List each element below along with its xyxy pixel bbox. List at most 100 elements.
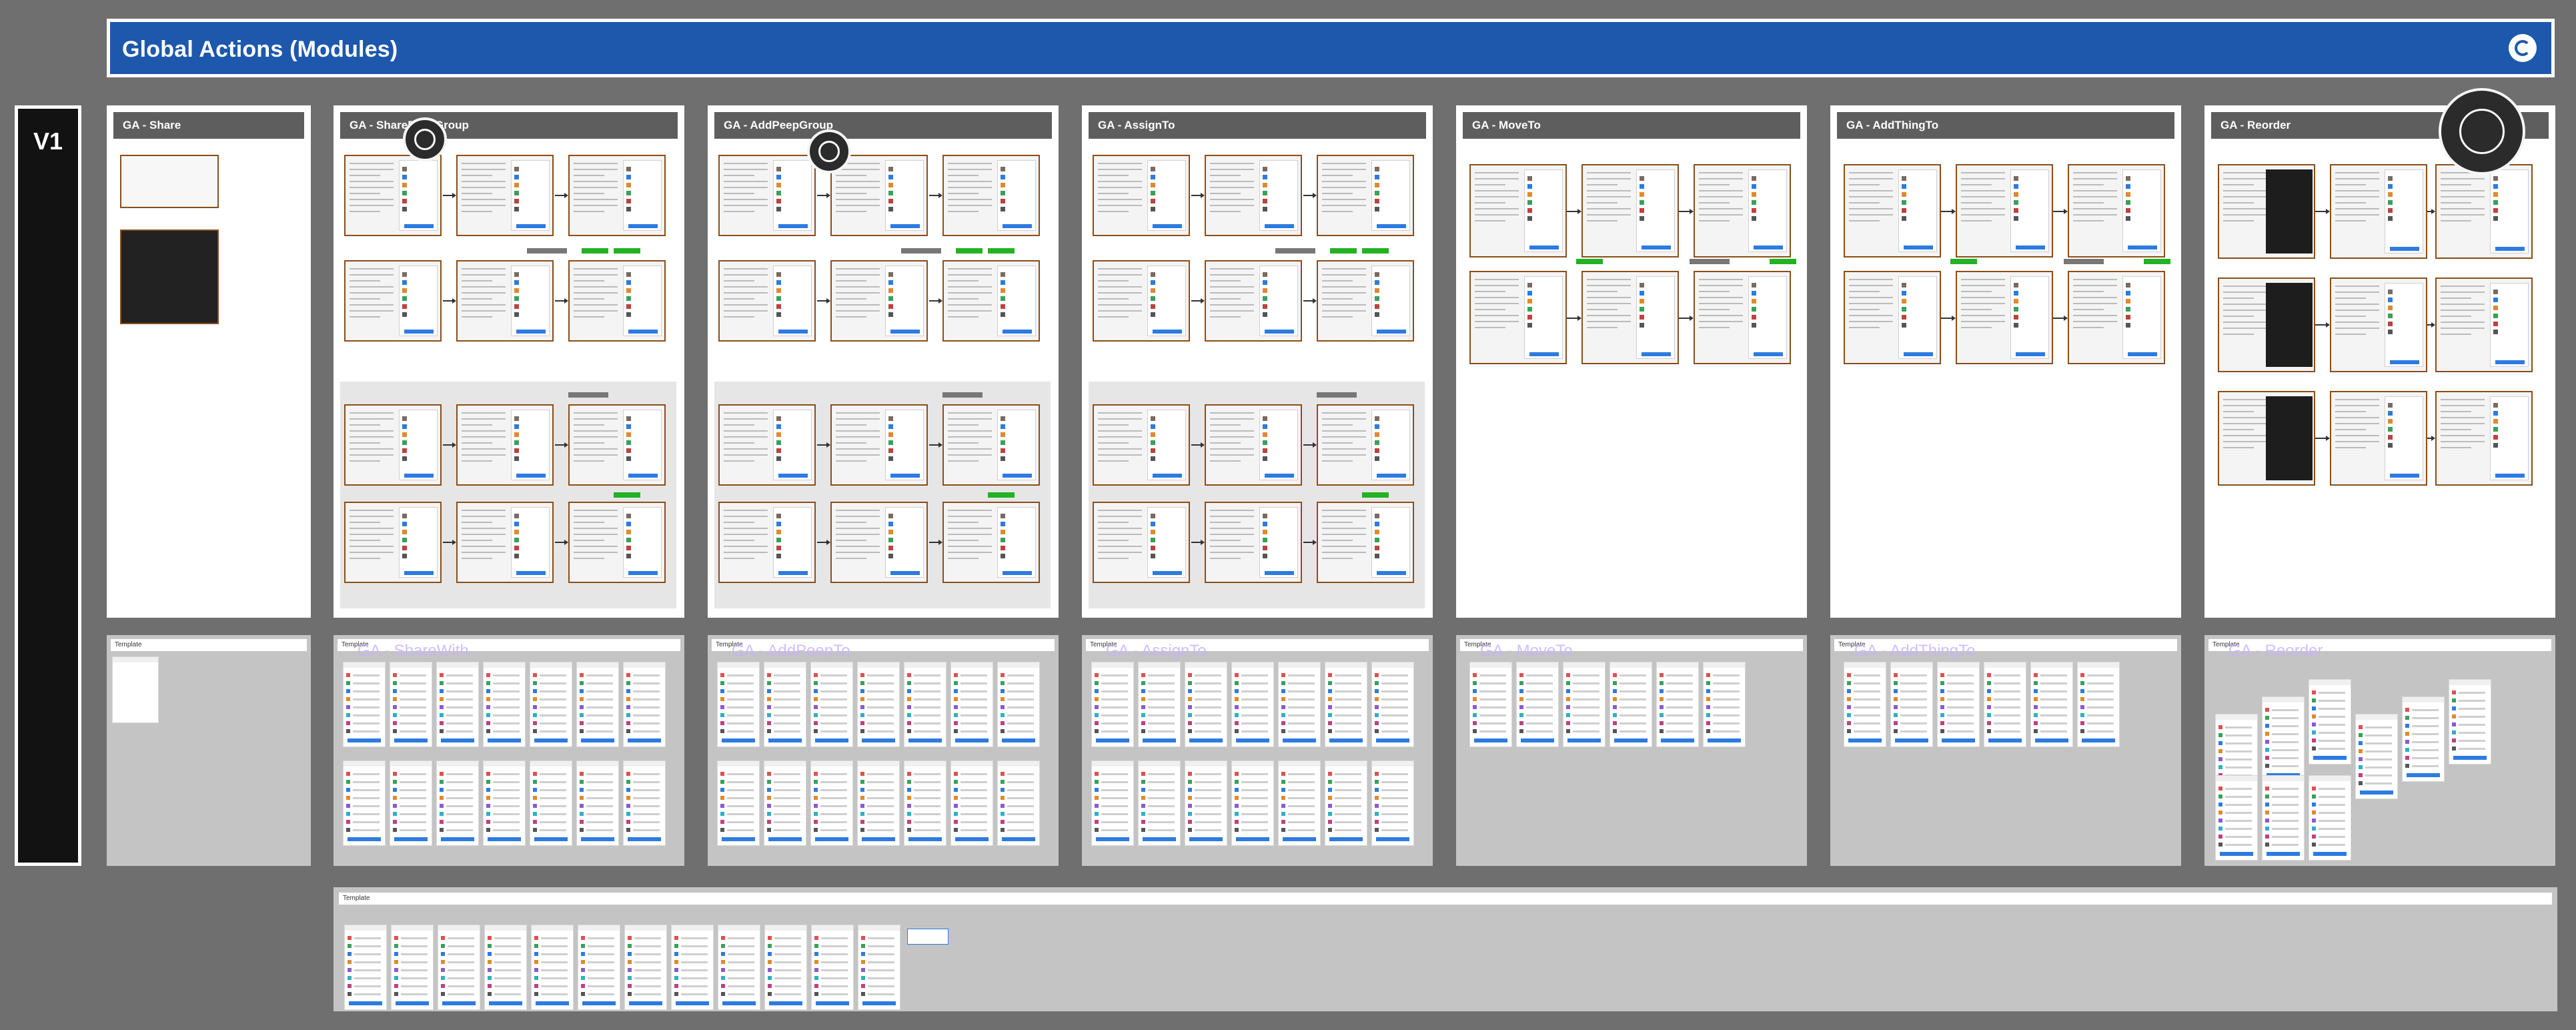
- flow-screen-thumbnail[interactable]: [568, 155, 666, 236]
- template-screen-thumbnail[interactable]: [576, 662, 619, 747]
- flow-screen-thumbnail[interactable]: [2330, 278, 2427, 372]
- template-screen-thumbnail[interactable]: [530, 662, 572, 747]
- template-screen-thumbnail[interactable]: [1656, 662, 1699, 747]
- template-screen-thumbnail[interactable]: [531, 925, 574, 1010]
- flow-screen-thumbnail[interactable]: [718, 404, 816, 486]
- template-screen-thumbnail[interactable]: [1371, 760, 1414, 846]
- flow-screen-thumbnail[interactable]: [1317, 155, 1414, 236]
- template-screen-thumbnail[interactable]: [857, 662, 900, 747]
- template-screen-thumbnail[interactable]: [810, 662, 853, 747]
- template-screen-thumbnail[interactable]: [950, 760, 993, 846]
- template-screen-thumbnail[interactable]: [2077, 662, 2120, 747]
- flow-screen-thumbnail[interactable]: [1844, 271, 1941, 364]
- template-screen-thumbnail[interactable]: [1231, 662, 1274, 747]
- flow-screen-thumbnail[interactable]: [568, 404, 666, 486]
- template-screen-thumbnail[interactable]: [718, 925, 760, 1010]
- template-screen-thumbnail[interactable]: [436, 662, 479, 747]
- template-screen-thumbnail[interactable]: [1231, 760, 1274, 846]
- template-screen-thumbnail[interactable]: [576, 760, 619, 846]
- flow-screen-thumbnail[interactable]: [344, 155, 442, 236]
- template-screen-thumbnail[interactable]: [2030, 662, 2073, 747]
- flow-screen-thumbnail[interactable]: [830, 404, 928, 486]
- flow-screen-thumbnail[interactable]: [1205, 404, 1302, 486]
- template-screen-thumbnail[interactable]: [2355, 714, 2398, 799]
- column-header[interactable]: GA - SharePeepGroup: [340, 112, 678, 139]
- template-screen-thumbnail[interactable]: [997, 760, 1040, 846]
- template-screen-thumbnail[interactable]: [1844, 662, 1886, 747]
- column-header[interactable]: GA - MoveTo: [1463, 112, 1800, 139]
- flow-screen-thumbnail[interactable]: [456, 260, 554, 342]
- flow-screen-thumbnail[interactable]: [2330, 391, 2427, 486]
- template-screen-thumbnail[interactable]: [390, 662, 432, 747]
- flow-screen-thumbnail[interactable]: [1844, 164, 1941, 258]
- template-screen-thumbnail[interactable]: [2215, 775, 2258, 861]
- flow-screen-thumbnail[interactable]: [942, 404, 1040, 486]
- flow-screen-thumbnail[interactable]: [1469, 164, 1567, 258]
- template-screen-thumbnail[interactable]: [764, 925, 807, 1010]
- template-screen-thumbnail[interactable]: [1371, 662, 1414, 747]
- mini-select-widget[interactable]: [907, 929, 948, 945]
- flow-screen-thumbnail[interactable]: [1205, 155, 1302, 236]
- template-screen-thumbnail[interactable]: [1563, 662, 1605, 747]
- flow-screen-thumbnail[interactable]: [1581, 271, 1679, 364]
- flow-screen-thumbnail[interactable]: [1956, 271, 2053, 364]
- template-screen-thumbnail[interactable]: [1469, 662, 1512, 747]
- template-screen-thumbnail[interactable]: [1091, 662, 1134, 747]
- flow-screen-thumbnail[interactable]: [2068, 271, 2165, 364]
- share-sheet-card[interactable]: [120, 229, 219, 324]
- template-screen-thumbnail[interactable]: [764, 662, 806, 747]
- flow-screen-thumbnail[interactable]: [718, 502, 816, 583]
- template-screen-thumbnail[interactable]: [904, 760, 946, 846]
- template-screen-thumbnail[interactable]: [578, 925, 620, 1010]
- collaborator-avatar-icon[interactable]: [807, 129, 851, 173]
- template-screen-thumbnail[interactable]: [1278, 662, 1321, 747]
- template-screen-thumbnail[interactable]: [391, 925, 434, 1010]
- template-screen-thumbnail[interactable]: [810, 760, 853, 846]
- template-screen-thumbnail[interactable]: [1703, 662, 1746, 747]
- flow-screen-thumbnail[interactable]: [1581, 164, 1679, 258]
- flow-screen-thumbnail[interactable]: [1093, 502, 1190, 583]
- template-screen-thumbnail[interactable]: [483, 760, 526, 846]
- flow-screen-thumbnail[interactable]: [2068, 164, 2165, 258]
- flow-screen-thumbnail[interactable]: [718, 260, 816, 342]
- flow-screen-thumbnail[interactable]: [1469, 271, 1567, 364]
- template-screen-thumbnail[interactable]: [438, 925, 480, 1010]
- template-screen-thumbnail[interactable]: [671, 925, 714, 1010]
- column-header[interactable]: GA - AddThingTo: [1837, 112, 2174, 139]
- flow-screen-thumbnail[interactable]: [1956, 164, 2053, 258]
- flow-screen-thumbnail[interactable]: [942, 260, 1040, 342]
- template-screen-thumbnail[interactable]: [344, 925, 387, 1010]
- template-screen-thumbnail[interactable]: [2402, 696, 2445, 782]
- column-header[interactable]: GA - AssignTo: [1089, 112, 1426, 139]
- template-screen-thumbnail[interactable]: [857, 760, 900, 846]
- flow-screen-thumbnail[interactable]: [568, 502, 666, 583]
- flow-screen-thumbnail[interactable]: [1205, 502, 1302, 583]
- flow-screen-thumbnail[interactable]: [830, 502, 928, 583]
- flow-screen-thumbnail[interactable]: [942, 502, 1040, 583]
- flow-screen-thumbnail[interactable]: [942, 155, 1040, 236]
- template-screen-thumbnail[interactable]: [811, 925, 854, 1010]
- template-screen-thumbnail[interactable]: [1278, 760, 1321, 846]
- template-screen-thumbnail[interactable]: [1890, 662, 1933, 747]
- template-screen-thumbnail[interactable]: [623, 760, 666, 846]
- template-screen-thumbnail[interactable]: [2262, 696, 2305, 782]
- flow-screen-thumbnail[interactable]: [456, 502, 554, 583]
- flow-screen-thumbnail[interactable]: [1317, 502, 1414, 583]
- template-screen-thumbnail[interactable]: [483, 662, 526, 747]
- flow-screen-thumbnail[interactable]: [344, 502, 442, 583]
- template-share-card[interactable]: [112, 656, 159, 723]
- flow-screen-thumbnail[interactable]: [344, 260, 442, 342]
- flow-screen-thumbnail[interactable]: [718, 155, 816, 236]
- template-screen-thumbnail[interactable]: [1138, 662, 1181, 747]
- flow-screen-thumbnail[interactable]: [1317, 260, 1414, 342]
- template-screen-thumbnail[interactable]: [530, 760, 572, 846]
- flow-screen-thumbnail[interactable]: [1317, 404, 1414, 486]
- share-flow-card[interactable]: [120, 155, 219, 208]
- flow-screen-thumbnail[interactable]: [1093, 260, 1190, 342]
- flow-screen-thumbnail[interactable]: [830, 155, 928, 236]
- collaborator-avatar-icon[interactable]: [2439, 88, 2525, 175]
- template-screen-thumbnail[interactable]: [904, 662, 946, 747]
- template-screen-thumbnail[interactable]: [717, 662, 760, 747]
- template-screen-thumbnail[interactable]: [1516, 662, 1559, 747]
- template-screen-thumbnail[interactable]: [1325, 760, 1367, 846]
